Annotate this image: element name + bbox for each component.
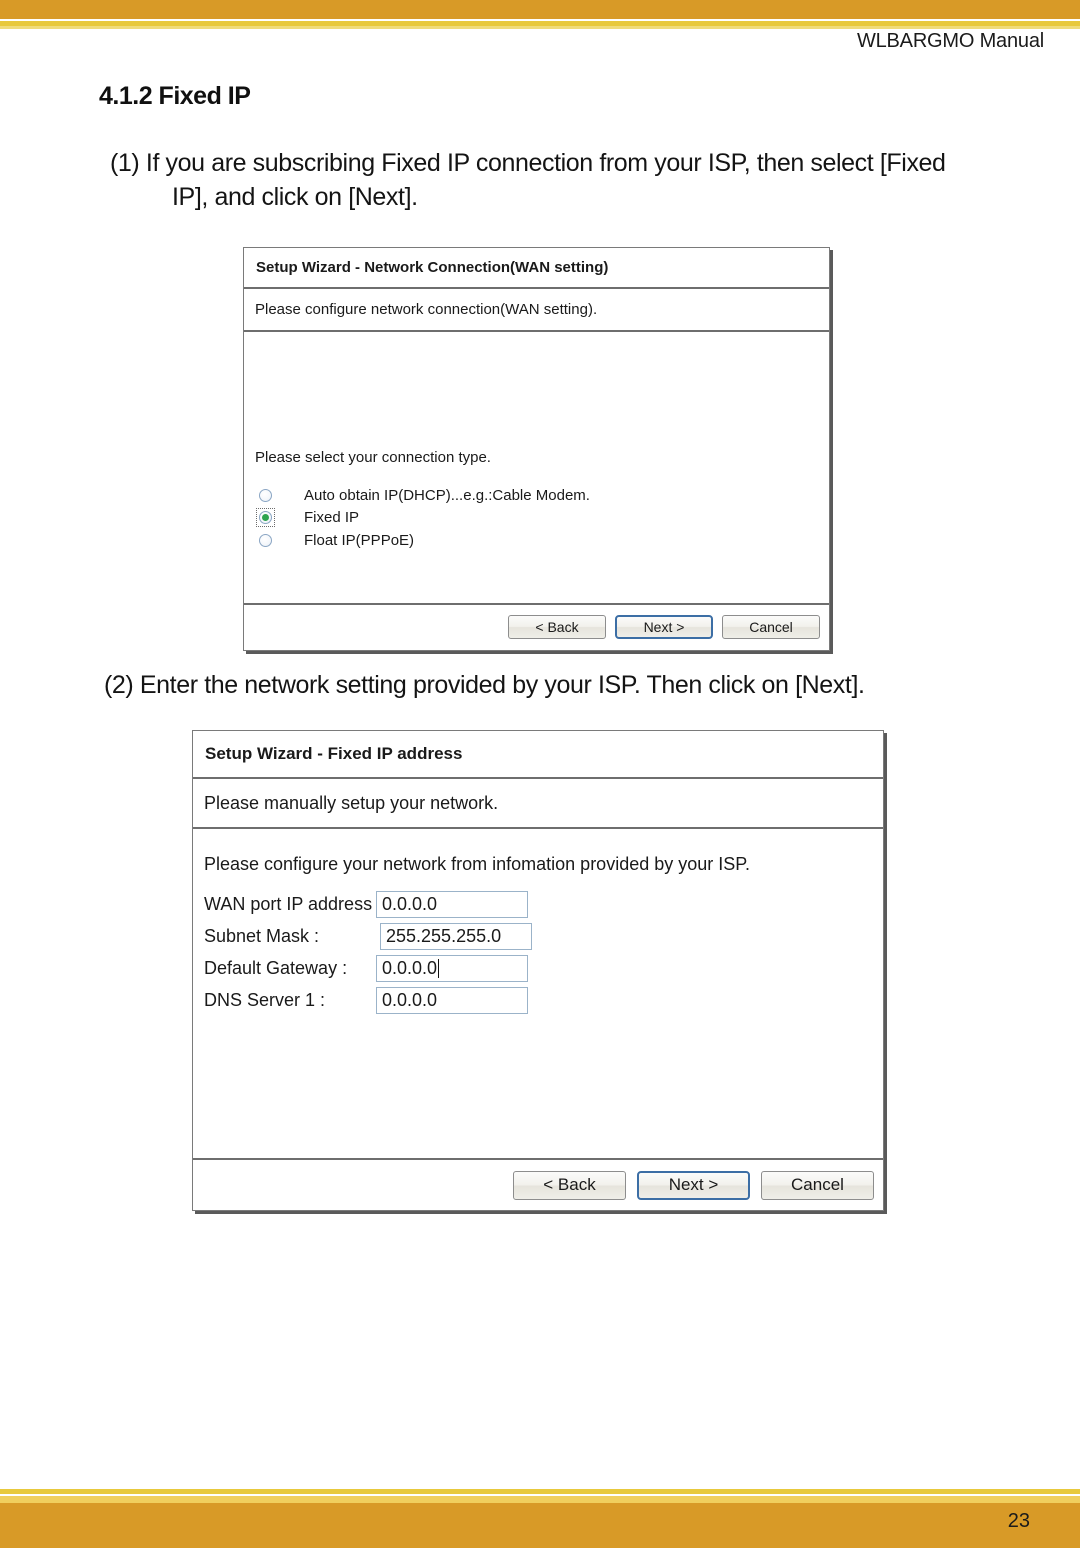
step-1-paragraph: (1) If you are subscribing Fixed IP conn…: [110, 146, 990, 214]
page-top-rule-secondary: [0, 26, 1080, 29]
subnet-mask-row: Subnet Mask : 255.255.255.0: [204, 923, 532, 950]
radio-pppoe-icon[interactable]: [258, 533, 273, 548]
fixedip-prompt: Please configure your network from infom…: [204, 854, 750, 874]
setup-wizard-fixed-ip-dialog: Setup Wizard - Fixed IP address Please m…: [192, 730, 884, 1211]
setup-wizard-wan-dialog: Setup Wizard - Network Connection(WAN se…: [243, 247, 830, 651]
wan-port-ip-address-value: 0.0.0.0: [382, 894, 438, 914]
fixedip-dialog-subtitle: Please manually setup your network.: [193, 779, 883, 829]
dns-server-1-input[interactable]: 0.0.0.0: [376, 987, 528, 1014]
fixedip-dialog-body: Please configure your network from infom…: [193, 829, 883, 1158]
dns-server-1-row: DNS Server 1 : 0.0.0.0: [204, 987, 528, 1014]
dns-server-1-label: DNS Server 1 :: [204, 990, 326, 1010]
wan-dialog-subtitle: Please configure network connection(WAN …: [244, 289, 829, 332]
radio-option-fixed-ip[interactable]: Fixed IP: [256, 508, 360, 527]
fixedip-next-button[interactable]: Next >: [637, 1170, 750, 1200]
fixedip-cancel-button[interactable]: Cancel: [761, 1170, 874, 1200]
page-top-band: [0, 0, 1080, 19]
step-2-paragraph: (2) Enter the network setting provided b…: [104, 668, 1004, 702]
radio-option-dhcp[interactable]: Auto obtain IP(DHCP)...e.g.:Cable Modem.: [258, 487, 590, 504]
wan-next-button[interactable]: Next >: [615, 614, 713, 639]
wan-dialog-body: Please select your connection type. Auto…: [244, 332, 829, 603]
text-cursor-icon: [438, 959, 440, 978]
wan-port-ip-address-row: WAN port IP address : 0.0.0.0: [204, 891, 528, 918]
radio-dhcp-icon[interactable]: [258, 488, 273, 503]
wan-back-button[interactable]: < Back: [508, 614, 606, 639]
default-gateway-input[interactable]: 0.0.0.0: [376, 955, 528, 982]
wan-cancel-button[interactable]: Cancel: [722, 614, 820, 639]
wan-dialog-title: Setup Wizard - Network Connection(WAN se…: [244, 248, 829, 289]
radio-option-dhcp-label: Auto obtain IP(DHCP)...e.g.:Cable Modem.: [304, 487, 590, 504]
subnet-mask-value: 255.255.255.0: [386, 926, 502, 946]
default-gateway-label: Default Gateway :: [204, 958, 348, 978]
page-bottom-band: [0, 1503, 1080, 1548]
fixedip-back-button[interactable]: < Back: [513, 1170, 626, 1200]
dns-server-1-value: 0.0.0.0: [382, 990, 438, 1010]
default-gateway-row: Default Gateway : 0.0.0.0: [204, 955, 528, 982]
radio-option-pppoe[interactable]: Float IP(PPPoE): [258, 532, 414, 549]
step-1-line-2: IP], and click on [Next].: [172, 183, 418, 211]
default-gateway-value: 0.0.0.0: [382, 958, 438, 978]
page-bottom-rule-primary: [0, 1489, 1080, 1494]
fixedip-dialog-footer: < Back Next > Cancel: [193, 1158, 883, 1210]
fixedip-dialog-title: Setup Wizard - Fixed IP address: [193, 731, 883, 779]
wan-port-ip-address-input[interactable]: 0.0.0.0: [376, 891, 528, 918]
step-2-line-1: (2) Enter the network setting provided b…: [104, 671, 865, 699]
step-1-line-1: (1) If you are subscribing Fixed IP conn…: [110, 149, 946, 177]
page-number: 23: [1007, 1510, 1030, 1532]
page-bottom-rule-secondary: [0, 1496, 1080, 1503]
wan-dialog-footer: < Back Next > Cancel: [244, 603, 829, 648]
radio-fixed-ip-icon[interactable]: [256, 508, 275, 527]
page-title: 4.1.2 Fixed IP: [99, 82, 251, 110]
wan-port-ip-address-label: WAN port IP address :: [204, 894, 383, 914]
running-header: WLBARGMO Manual: [856, 30, 1044, 52]
subnet-mask-input[interactable]: 255.255.255.0: [380, 923, 532, 950]
radio-option-pppoe-label: Float IP(PPPoE): [304, 532, 415, 549]
wan-connection-type-prompt: Please select your connection type.: [255, 449, 491, 466]
subnet-mask-label: Subnet Mask :: [204, 926, 320, 946]
radio-option-fixed-ip-label: Fixed IP: [304, 509, 360, 526]
